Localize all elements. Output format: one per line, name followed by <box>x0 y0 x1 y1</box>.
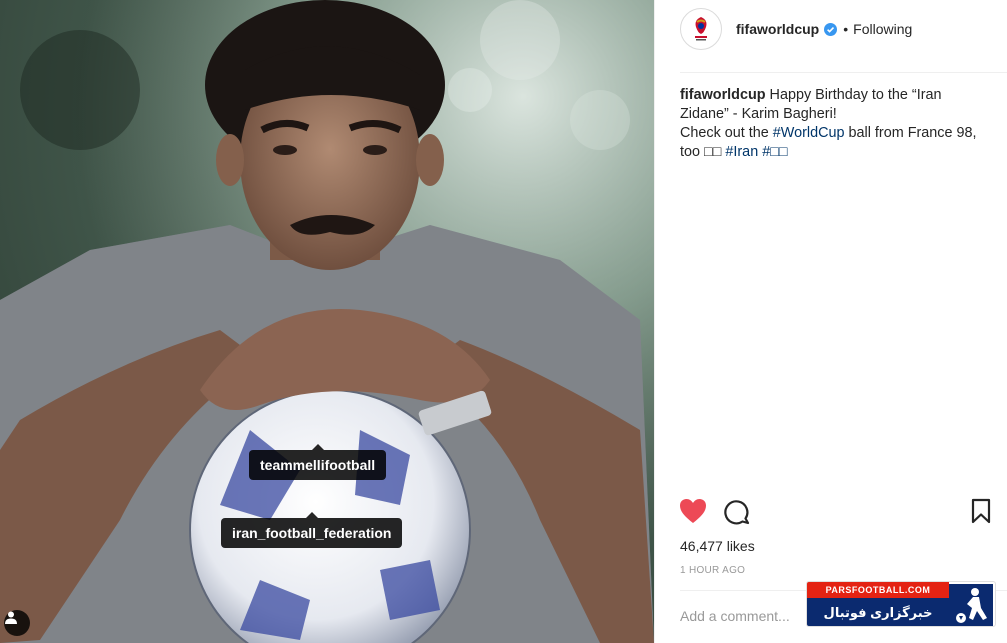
post-photo[interactable]: teammellifootball iran_football_federati… <box>0 0 654 643</box>
user-tags-button[interactable] <box>4 610 30 636</box>
fifa-world-cup-logo-icon <box>695 17 707 41</box>
watermark-tagline: خبرگزاری فوتبال ایران <box>807 598 949 626</box>
verified-badge-icon <box>824 22 838 36</box>
watermark-site-label: PARSFOOTBALL.COM <box>807 582 949 598</box>
likes-count[interactable]: 46,477 likes <box>680 538 755 554</box>
comment-icon[interactable] <box>723 498 751 531</box>
photo-tag-teammellifootball[interactable]: teammellifootball <box>249 444 387 480</box>
avatar[interactable] <box>680 8 722 50</box>
header-divider <box>680 72 1007 73</box>
post-header: fifaworldcup • Following <box>680 8 912 50</box>
header-username[interactable]: fifaworldcup <box>736 21 819 37</box>
footballer-logo-icon <box>949 584 993 626</box>
post-timestamp[interactable]: 1 HOUR AGO <box>680 565 745 576</box>
caption-text-line2: Check out the <box>680 125 773 141</box>
photo-tag-iran-football-federation[interactable]: iran_football_federation <box>221 512 403 548</box>
hashtag-iran[interactable]: #Iran <box>725 144 758 160</box>
hashtag-worldcup[interactable]: #WorldCup <box>773 125 845 141</box>
following-button[interactable]: Following <box>853 21 912 37</box>
heart-filled-icon[interactable] <box>679 498 707 529</box>
caption-username[interactable]: fifaworldcup <box>680 87 766 103</box>
post-side-panel: fifaworldcup • Following fifaworldcup Ha… <box>654 0 1007 643</box>
post-actions <box>679 498 994 530</box>
post-caption: fifaworldcup Happy Birthday to the “Iran… <box>680 86 985 162</box>
separator-dot: • <box>843 21 849 37</box>
parsfootball-watermark: PARSFOOTBALL.COM خبرگزاری فوتبال ایران <box>806 581 996 627</box>
hashtag-emoji[interactable]: #□□ <box>762 144 787 160</box>
bookmark-icon[interactable] <box>970 498 992 529</box>
